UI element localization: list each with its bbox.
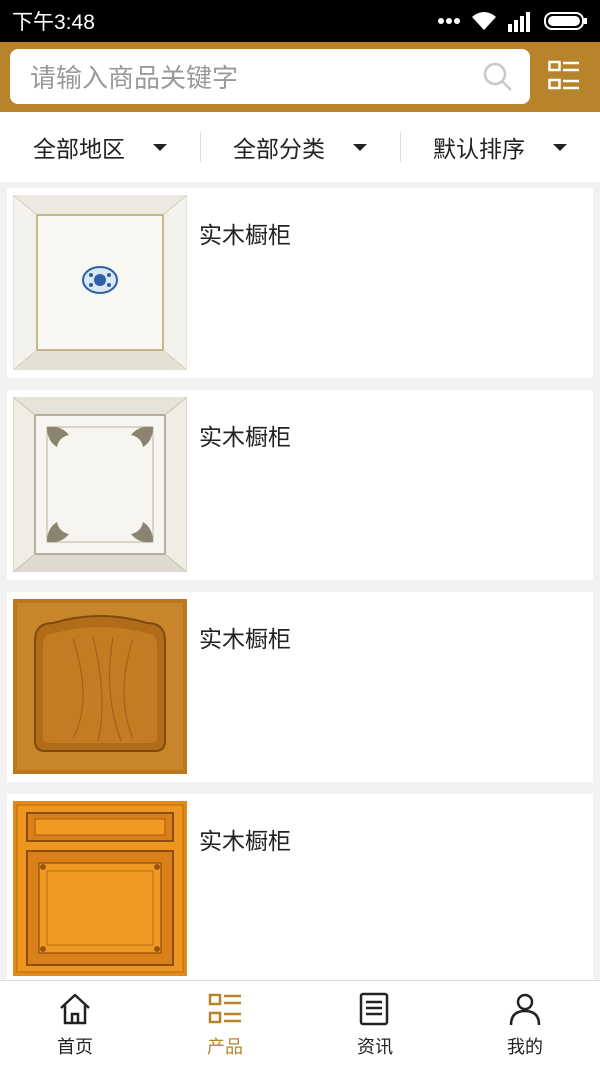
filter-bar: 全部地区 全部分类 默认排序: [0, 112, 600, 182]
product-image[interactable]: [13, 397, 187, 572]
product-name[interactable]: 实木橱柜: [199, 216, 291, 250]
nav-label: 我的: [507, 1037, 543, 1058]
product-name[interactable]: 实木橱柜: [199, 418, 291, 452]
caret-down-icon: [153, 143, 167, 151]
user-icon: [509, 993, 541, 1026]
nav-label: 产品: [207, 1037, 243, 1058]
product-name[interactable]: 实木橱柜: [199, 620, 291, 654]
status-time: 下午3:48: [12, 11, 95, 34]
signal-icon: [508, 12, 530, 32]
product-card[interactable]: 实木橱柜: [7, 390, 593, 580]
search-input[interactable]: 请输入商品关键字: [10, 49, 530, 104]
nav-label: 首页: [57, 1037, 93, 1058]
caret-down-icon: [353, 143, 367, 151]
product-image[interactable]: [13, 195, 187, 370]
product-card[interactable]: 实木橱柜: [7, 794, 593, 984]
filter-category[interactable]: 全部分类: [200, 112, 400, 182]
filter-label: 默认排序: [433, 137, 525, 163]
category-menu-icon[interactable]: [548, 60, 580, 92]
filter-label: 全部地区: [33, 137, 125, 163]
product-name[interactable]: 实木橱柜: [199, 822, 291, 856]
product-image[interactable]: [13, 599, 187, 774]
caret-down-icon: [553, 143, 567, 151]
home-icon: [60, 993, 90, 1025]
nav-products[interactable]: 产品: [150, 981, 300, 1067]
more-dots-icon: [438, 18, 460, 24]
nav-label: 资讯: [357, 1037, 393, 1058]
wifi-icon: [472, 12, 496, 30]
search-icon[interactable]: [482, 61, 514, 93]
status-bar: 下午3:48: [0, 0, 600, 42]
news-icon: [359, 992, 389, 1026]
search-placeholder: 请输入商品关键字: [30, 64, 239, 94]
product-list-icon: [208, 993, 241, 1024]
search-header: 请输入商品关键字: [0, 42, 600, 112]
product-image[interactable]: [13, 801, 187, 976]
nav-news[interactable]: 资讯: [300, 981, 450, 1067]
status-icons: [438, 10, 588, 32]
battery-icon: [544, 12, 587, 30]
nav-home[interactable]: 首页: [0, 981, 150, 1067]
filter-sort[interactable]: 默认排序: [400, 112, 600, 182]
bottom-nav: 首页 产品 资讯 我的: [0, 980, 600, 1067]
product-card[interactable]: 实木橱柜: [7, 188, 593, 378]
filter-label: 全部分类: [233, 137, 325, 163]
product-card[interactable]: 实木橱柜: [7, 592, 593, 782]
nav-profile[interactable]: 我的: [450, 981, 600, 1067]
filter-region[interactable]: 全部地区: [0, 112, 200, 182]
